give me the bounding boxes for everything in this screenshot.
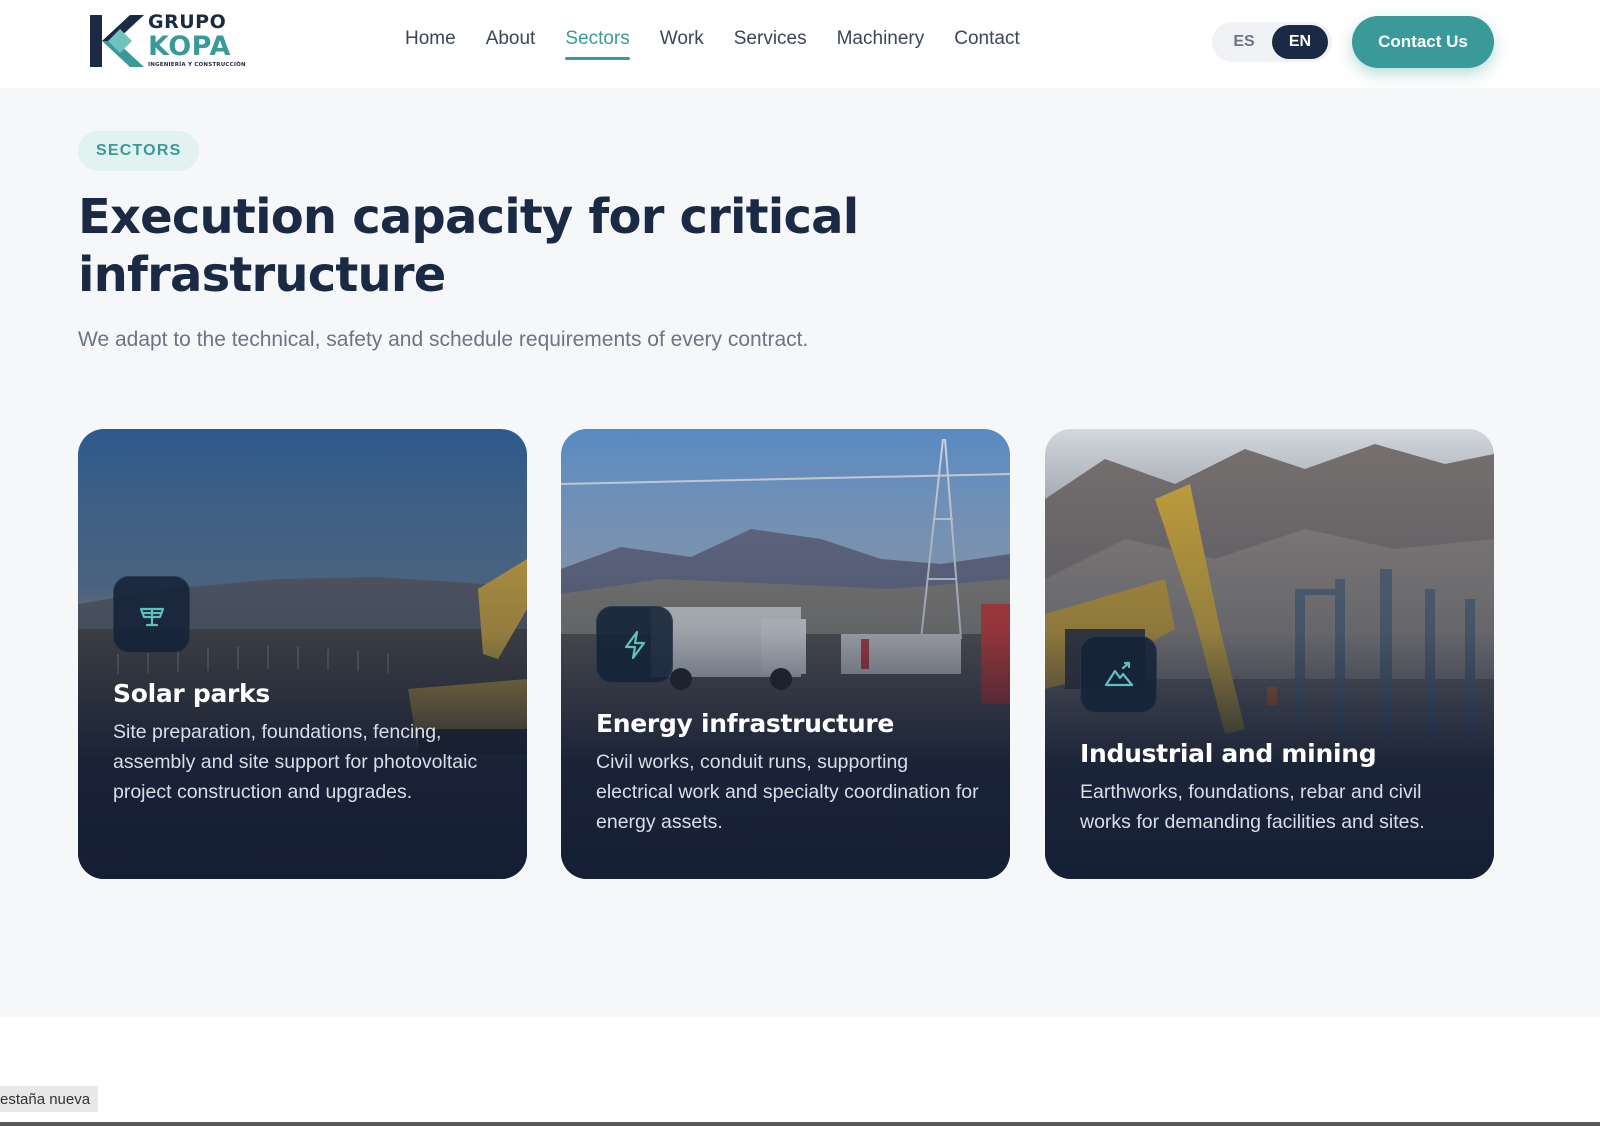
card-description: Civil works, conduit runs, supporting el… (596, 751, 979, 833)
browser-bottom-bar (0, 1122, 1600, 1126)
main-nav: Home About Sectors Work Services Machine… (405, 28, 1050, 60)
lang-es-button[interactable]: ES (1216, 25, 1272, 59)
section-title: Execution capacity for critical infrastr… (78, 189, 859, 303)
sectors-section: SECTORS Execution capacity for critical … (0, 88, 1600, 1017)
logo-k-icon (88, 13, 144, 69)
browser-tooltip: estaña nueva (0, 1086, 99, 1112)
card-title: Solar parks (113, 679, 270, 708)
card-title: Industrial and mining (1080, 739, 1377, 768)
solar-panel-icon (113, 576, 190, 653)
mountain-icon (1080, 636, 1157, 713)
card-overlay (78, 429, 527, 879)
brand-tagline: INGENIERÍA Y CONSTRUCCIÓN (148, 62, 246, 69)
section-subtitle: We adapt to the technical, safety and sc… (78, 328, 809, 351)
nav-machinery[interactable]: Machinery (837, 28, 925, 60)
site-header: GRUPO KOPA INGENIERÍA Y CONSTRUCCIÓN Hom… (0, 0, 1600, 88)
sector-card-energy[interactable]: Energy infrastructure Civil works, condu… (561, 429, 1010, 879)
card-description: Site preparation, foundations, fencing, … (113, 721, 478, 803)
language-switcher: ES EN (1212, 22, 1332, 62)
brand-line-2: KOPA (148, 31, 231, 63)
nav-services[interactable]: Services (734, 28, 807, 60)
contact-us-button[interactable]: Contact Us (1352, 16, 1494, 68)
sector-card-industrial[interactable]: Industrial and mining Earthworks, founda… (1045, 429, 1494, 879)
nav-sectors[interactable]: Sectors (565, 28, 631, 60)
card-description: Earthworks, foundations, rebar and civil… (1080, 781, 1425, 833)
nav-about[interactable]: About (486, 28, 536, 60)
brand-logo[interactable]: GRUPO KOPA INGENIERÍA Y CONSTRUCCIÓN (88, 12, 248, 70)
nav-work[interactable]: Work (660, 28, 704, 60)
next-section (0, 1017, 1600, 1126)
nav-contact[interactable]: Contact (954, 28, 1019, 60)
lightning-bolt-icon (596, 606, 673, 683)
sector-card-solar[interactable]: Solar parks Site preparation, foundation… (78, 429, 527, 879)
nav-home[interactable]: Home (405, 28, 456, 60)
card-title: Energy infrastructure (596, 709, 895, 738)
section-eyebrow: SECTORS (78, 131, 200, 171)
lang-en-button[interactable]: EN (1272, 25, 1328, 59)
brand-line-1: GRUPO (148, 11, 227, 34)
